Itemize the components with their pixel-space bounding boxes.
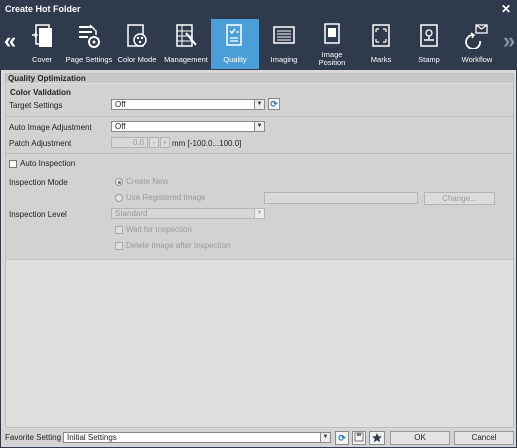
color-validation-panel: Color Validation Target Settings Off ▼ ⟳…	[6, 84, 513, 260]
favorite-setting-value: Initial Settings	[67, 433, 117, 442]
subsection-title: Color Validation	[10, 88, 71, 97]
tab-stamp[interactable]: Stamp	[405, 19, 453, 69]
patch-increment-button[interactable]: +	[160, 137, 170, 148]
use-registered-image-label: Use Registered Image	[126, 193, 206, 202]
auto-image-adjustment-label: Auto Image Adjustment	[9, 123, 92, 132]
management-icon	[176, 24, 197, 47]
tab-quality[interactable]: Quality	[211, 19, 259, 69]
cancel-button[interactable]: Cancel	[454, 431, 514, 445]
marks-icon	[372, 24, 390, 47]
refresh-button[interactable]: ⟳	[268, 98, 280, 110]
delete-image-checkbox[interactable]	[115, 242, 123, 250]
cover-icon	[32, 24, 52, 47]
refresh-icon: ⟳	[338, 433, 346, 443]
refresh-favorite-button[interactable]: ⟳	[335, 431, 349, 445]
page-settings-icon	[79, 24, 100, 48]
chevron-down-icon: ▼	[254, 122, 264, 131]
wait-for-inspection-label: Wait for Inspection	[126, 225, 192, 234]
tab-label: Workflow	[461, 55, 493, 64]
tab-image-position[interactable]: Image Position	[308, 19, 356, 69]
favorite-setting-select[interactable]: Initial Settings ▼	[63, 432, 331, 443]
tab-label: Marks	[370, 55, 392, 64]
favorite-setting-label: Favorite Setting	[5, 433, 62, 442]
tab-management[interactable]: Management	[162, 19, 210, 69]
delete-image-label: Delete Image after Inspection	[126, 241, 231, 250]
auto-inspection-checkbox[interactable]	[9, 160, 17, 168]
window-title: Create Hot Folder	[5, 4, 81, 14]
inspection-level-value: Standard	[115, 209, 148, 218]
wait-for-inspection-checkbox[interactable]	[115, 226, 123, 234]
refresh-icon: ⟳	[270, 99, 278, 109]
scroll-left-icon[interactable]: «	[4, 30, 16, 52]
stamp-icon	[420, 24, 438, 47]
save-icon	[354, 432, 364, 442]
registered-image-field[interactable]	[264, 192, 418, 204]
auto-inspection-label: Auto Inspection	[20, 159, 76, 168]
create-hot-folder-window: Create Hot Folder ✕ « Cover Page Setting…	[0, 0, 517, 448]
star-settings-icon	[372, 433, 382, 443]
image-position-icon	[324, 23, 340, 44]
favorite-manage-button[interactable]	[369, 431, 385, 445]
patch-decrement-button[interactable]: -	[149, 137, 159, 148]
tab-workflow[interactable]: Workflow	[453, 19, 501, 69]
auto-image-adjustment-select[interactable]: Off ▼	[111, 121, 265, 132]
tab-label: Cover	[31, 55, 52, 64]
divider	[6, 116, 513, 117]
inspection-level-select[interactable]: Standard ▼	[111, 208, 265, 219]
quality-icon	[226, 24, 242, 46]
tab-label: Stamp	[418, 55, 440, 64]
function-toolbar: « Cover Page Settings Color Mode Managem…	[1, 18, 516, 70]
patch-adjustment-range: mm [-100.0...100.0]	[172, 139, 242, 148]
tab-cover[interactable]: Cover	[18, 19, 66, 69]
tab-marks[interactable]: Marks	[357, 19, 405, 69]
inspection-mode-label: Inspection Mode	[9, 178, 68, 187]
auto-image-adjustment-value: Off	[115, 122, 126, 131]
patch-adjustment-field[interactable]: 0.0	[111, 137, 148, 148]
patch-adjustment-label: Patch Adjustment	[9, 139, 72, 148]
quality-optimization-content: Quality Optimization Color Validation Ta…	[5, 73, 514, 428]
title-bar: Create Hot Folder ✕	[1, 1, 516, 18]
change-button[interactable]: Change...	[424, 192, 495, 205]
tab-label: Page Settings	[65, 55, 113, 64]
tab-imaging[interactable]: Imaging	[260, 19, 308, 69]
tab-label: Color Mode	[117, 55, 157, 64]
scroll-right-icon[interactable]: »	[503, 30, 515, 52]
chevron-down-icon: ▼	[320, 433, 330, 442]
tab-label: Management	[164, 55, 208, 64]
create-new-radio[interactable]	[115, 178, 123, 186]
tab-label: Image Position	[318, 50, 346, 67]
inspection-level-label: Inspection Level	[9, 210, 67, 219]
chevron-down-icon: ▼	[254, 100, 264, 109]
target-settings-value: Off	[115, 100, 126, 109]
chevron-down-icon: ▼	[254, 209, 264, 218]
workflow-icon	[465, 24, 488, 49]
color-mode-icon	[127, 24, 147, 47]
create-new-label: Create New	[126, 177, 169, 186]
tab-page-settings[interactable]: Page Settings	[65, 19, 113, 69]
section-title: Quality Optimization	[6, 74, 513, 83]
tab-label: Imaging	[270, 55, 298, 64]
tab-color-mode[interactable]: Color Mode	[113, 19, 161, 69]
use-registered-image-radio[interactable]	[115, 194, 123, 202]
target-settings-label: Target Settings	[9, 101, 63, 110]
close-icon[interactable]: ✕	[501, 1, 511, 18]
save-favorite-button[interactable]	[352, 431, 366, 445]
target-settings-select[interactable]: Off ▼	[111, 99, 265, 110]
footer-bar: Favorite Setting Initial Settings ▼ ⟳ OK…	[1, 429, 516, 447]
ok-button[interactable]: OK	[390, 431, 450, 445]
divider	[6, 153, 513, 154]
tab-label: Quality	[223, 55, 247, 64]
imaging-icon	[273, 26, 295, 44]
